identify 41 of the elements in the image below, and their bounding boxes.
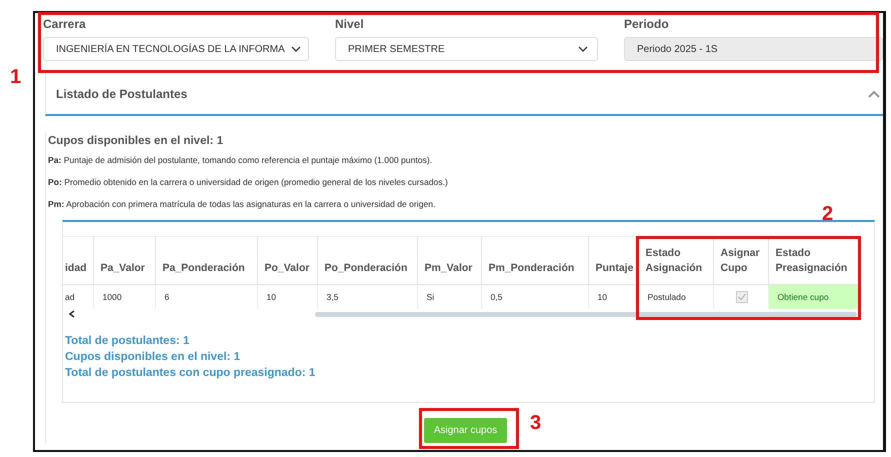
table-cell: 3,5 <box>317 284 417 309</box>
table-cell: 10 <box>257 284 317 309</box>
select-field[interactable]: PRIMER SEMESTRE <box>335 37 598 61</box>
status-cell: Obtiene cupo <box>768 284 858 309</box>
column-header: Pa_Valor <box>93 236 155 284</box>
definition-text: Pm: Aprobación con primera matrícula de todas las asignaturas en la carrera o universidad de origen. <box>48 198 436 211</box>
column-header: Pa_Ponderación <box>155 236 257 284</box>
panel-title: Listado de Postulantes <box>56 86 188 100</box>
definition-text: Pa: Puntaje de admisión del postulante, tomando como referencia el puntaje máximo (1.000 puntos). <box>48 154 432 167</box>
table-cell: 0,5 <box>481 284 588 309</box>
definition-text: Po: Promedio obtenido en la carrera o universidad de origen (promedio general de los niveles cursados.) <box>48 176 448 189</box>
field-label: Nivel <box>335 16 364 32</box>
column-header: Po_Ponderación <box>317 236 417 284</box>
table-cell: 10 <box>588 284 638 309</box>
column-header: idad <box>63 236 93 284</box>
scrollbar[interactable] <box>315 312 857 317</box>
field-label: Periodo <box>624 16 669 32</box>
field-label: Carrera <box>43 16 86 32</box>
chevron-up-icon[interactable] <box>868 90 880 98</box>
table-cell: Postulado <box>638 284 713 309</box>
chevron-down-icon <box>578 46 588 52</box>
table-cell: Si <box>417 284 481 309</box>
column-header: Estado Asignación <box>638 236 713 284</box>
column-header: Asignar Cupo <box>713 236 768 284</box>
scroll-left-icon[interactable] <box>68 310 76 318</box>
annotation-number: 3 <box>530 412 542 434</box>
total-text: Total de postulantes: 1 <box>65 334 190 349</box>
column-header: Puntaje <box>588 236 638 284</box>
select-field[interactable]: INGENIERÍA EN TECNOLOGÍAS DE LA INFORMA <box>43 37 309 61</box>
table-cell: ad <box>63 284 93 309</box>
column-header: Pm_Ponderación <box>481 236 588 284</box>
annotation-number: 1 <box>10 66 22 88</box>
column-header: Pm_Valor <box>417 236 481 284</box>
total-text: Total de postulantes con cupo preasignado: 1 <box>65 366 316 381</box>
chevron-down-icon <box>290 46 301 52</box>
available-heading: Cupos disponibles en el nivel: 1 <box>48 134 224 149</box>
annotation-number: 2 <box>822 203 834 225</box>
table-cell: 6 <box>155 284 257 309</box>
column-header: Po_Valor <box>257 236 317 284</box>
total-text: Cupos disponibles en el nivel: 1 <box>65 350 240 365</box>
table-cell: 1000 <box>93 284 155 309</box>
